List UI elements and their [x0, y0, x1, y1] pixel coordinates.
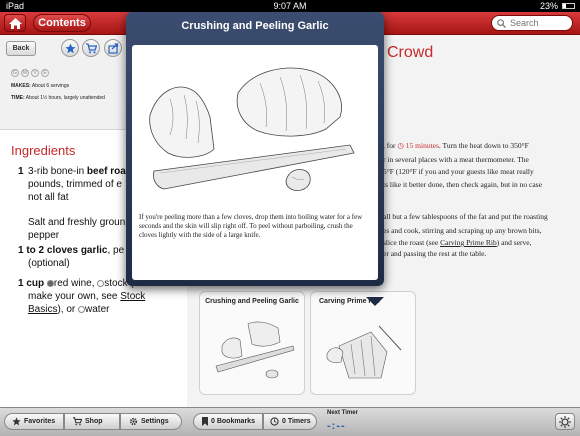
home-button[interactable]	[4, 14, 26, 32]
diet-mark-v: V	[31, 69, 39, 77]
illustration-popover: Crushing and Peeling Garlic If you're pe…	[126, 12, 384, 306]
ingredient-quantity: 1 to 2 cloves	[18, 245, 79, 256]
ingredient-text-part: make your own, see	[28, 291, 121, 302]
method-line: 5°F (120°F if you and your guests like m…	[383, 167, 534, 176]
method-line: all but a few tablespoons of the fat and…	[383, 212, 548, 221]
option-radio[interactable]	[78, 306, 86, 313]
settings-button[interactable]: Settings	[120, 413, 182, 430]
method-line: slice the roast (see Carving Prime Rib) …	[383, 238, 532, 247]
search-input[interactable]	[510, 17, 568, 29]
method-line: ts like it better done, then check again…	[383, 180, 542, 189]
stock-basics-link[interactable]: Basics	[28, 304, 57, 315]
ingredient-text-part: pepper	[28, 230, 60, 241]
cart-icon	[73, 417, 82, 426]
contents-button[interactable]: Contents	[33, 14, 91, 32]
back-button[interactable]: Back	[6, 41, 36, 56]
shop-button[interactable]	[82, 39, 100, 57]
shop-tab-button[interactable]: Shop	[64, 413, 120, 430]
bookmarks-button[interactable]: 0 Bookmarks	[193, 413, 263, 430]
ingredient-text-part: 3-rib bone-in	[28, 166, 87, 177]
method-text: . Turn the heat down to 350°F	[438, 141, 529, 150]
preferences-button[interactable]	[555, 413, 575, 430]
bookmarks-label: 0 Bookmarks	[211, 418, 255, 425]
bottom-toolbar: Favorites Shop Settings 0 Bookmarks 0 Ti…	[0, 407, 580, 436]
garlic-crushing-illustration	[149, 67, 355, 191]
ingredients-heading: Ingredients	[11, 143, 76, 158]
popover-title: Crushing and Peeling Garlic	[181, 20, 329, 32]
carving-prime-rib-link[interactable]: Carving Prime Rib	[440, 238, 497, 247]
timers-label: 0 Timers	[282, 418, 311, 425]
time-line: TIME: About 1½ hours, largely unattended	[11, 95, 105, 101]
clock-icon	[270, 417, 279, 426]
ingredient-option[interactable]: red wine	[54, 278, 92, 289]
ingredient-quantity: 1 cup	[18, 278, 45, 289]
carving-illustration	[326, 325, 402, 379]
share-icon	[108, 43, 119, 54]
search-box[interactable]	[491, 15, 573, 31]
cart-icon	[86, 43, 97, 54]
bookmark-icon	[202, 417, 208, 426]
favorite-button[interactable]	[61, 39, 79, 57]
recipe-title: Crowd	[387, 44, 434, 61]
stock-link[interactable]: Stock	[120, 291, 145, 302]
method-line: er and passing the rest at the table.	[383, 249, 487, 258]
makes-value: About 6 servings	[31, 83, 70, 89]
favorites-label: Favorites	[24, 418, 56, 425]
time-value: About 1½ hours, largely unattended	[25, 95, 105, 101]
ingredient-quantity: 1	[18, 166, 24, 177]
ingredient-text-part: pounds, trimmed of e	[28, 179, 122, 190]
ingredient-text-part: not all fat	[28, 192, 69, 203]
illustration-thumb-carving[interactable]: Carving Prime Rib	[310, 291, 416, 395]
popover-content: If you're peeling more than a few cloves…	[132, 45, 378, 280]
time-label: TIME:	[11, 95, 25, 101]
makes-label: MAKES:	[11, 83, 31, 89]
makes-line: MAKES: About 6 servings	[11, 83, 69, 89]
method-text: ) and serve,	[496, 238, 532, 247]
diet-mark-m: M	[21, 69, 29, 77]
method-line: es and cook, stirring and scraping up an…	[383, 226, 542, 235]
timer-link[interactable]: ◷ 15 minutes	[397, 141, 439, 150]
ingredient-text-part: ), or	[57, 304, 79, 315]
method-text: slice the roast (see	[383, 238, 441, 247]
share-button[interactable]	[104, 39, 122, 57]
option-radio-selected[interactable]	[46, 280, 54, 287]
clock: 9:07 AM	[273, 1, 307, 11]
ingredient-option[interactable]: stock	[104, 278, 127, 289]
battery-percent: 23%	[539, 1, 558, 11]
search-icon	[497, 19, 506, 28]
sun-gear-icon	[559, 416, 571, 428]
home-icon	[9, 18, 22, 29]
method-line: , for ◷ 15 minutes. Turn the heat down t…	[383, 141, 529, 150]
timers-button[interactable]: 0 Timers	[263, 413, 317, 430]
next-timer-value: -:--	[327, 420, 346, 432]
method-text: , for	[383, 141, 398, 150]
star-icon	[65, 43, 76, 54]
ingredient-option[interactable]: water	[85, 304, 109, 315]
shop-label: Shop	[85, 418, 103, 425]
timer-link-label[interactable]: 15 minutes	[406, 141, 439, 150]
status-bar: iPad 9:07 AM 23%	[0, 0, 580, 12]
ingredient-name: garlic	[80, 245, 108, 256]
popover-arrow	[366, 297, 384, 306]
ingredient-text-part: (optional)	[28, 258, 70, 269]
ingredient-text-part: Salt and freshly groun	[28, 217, 126, 228]
gear-icon	[129, 417, 138, 426]
favorites-button[interactable]: Favorites	[4, 413, 64, 430]
thumb-caption: Crushing and Peeling Garlic	[205, 298, 299, 305]
next-timer-label: Next Timer	[327, 410, 358, 416]
battery-icon	[562, 3, 575, 9]
diet-mark-e: E	[41, 69, 49, 77]
diet-mark-g: G	[11, 69, 19, 77]
ingredient-text-part: , pe	[107, 245, 125, 256]
star-icon	[12, 417, 21, 426]
illustration-thumb-garlic[interactable]: Crushing and Peeling Garlic	[199, 291, 305, 395]
popover-caption: If you're peeling more than a few cloves…	[139, 213, 363, 239]
settings-label: Settings	[141, 418, 169, 425]
garlic-illustration	[215, 321, 295, 379]
method-line: r in several places with a meat thermome…	[383, 155, 529, 164]
